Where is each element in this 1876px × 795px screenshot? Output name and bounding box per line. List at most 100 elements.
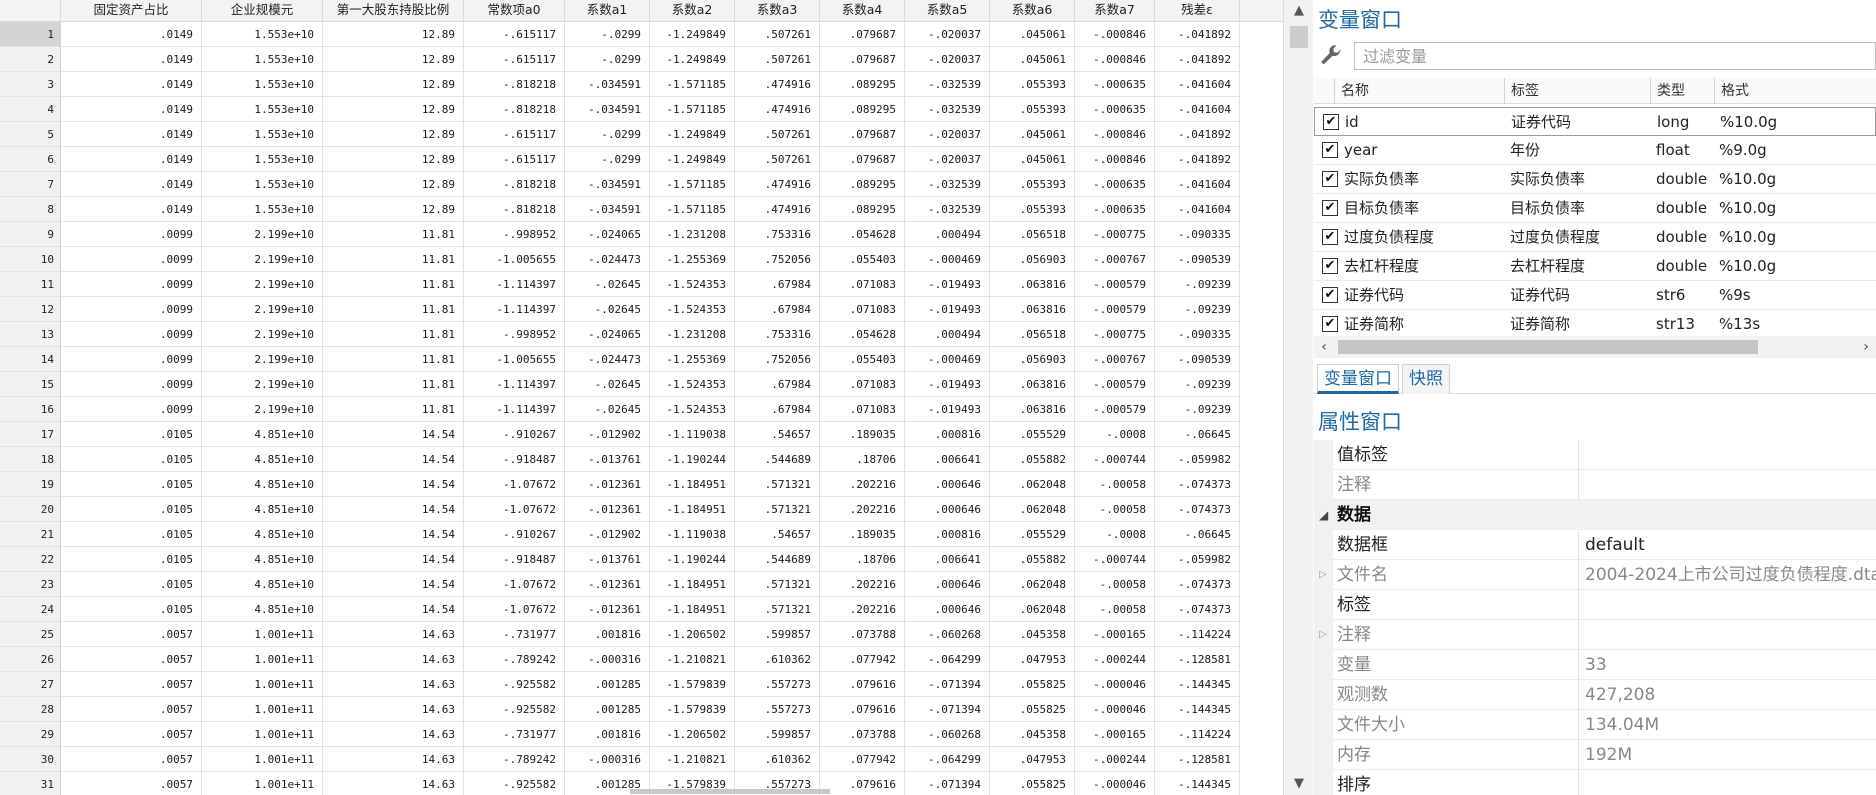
table-cell[interactable]: 1.553e+10 <box>202 122 323 147</box>
table-cell[interactable]: -.071394 <box>905 772 990 795</box>
table-cell[interactable]: -1.114397 <box>464 397 565 422</box>
table-cell[interactable]: .571321 <box>735 472 820 497</box>
table-cell[interactable]: .571321 <box>735 572 820 597</box>
table-cell[interactable]: -1.524353 <box>650 272 735 297</box>
table-cell[interactable]: -1.231208 <box>650 222 735 247</box>
data-grid[interactable]: 固定资产占比 企业规模元 第一大股东持股比例 常数项a0 系数a1 系数a2 系数a3 系数a… <box>0 0 1290 795</box>
table-cell[interactable]: -1.190244 <box>650 447 735 472</box>
column-header-label[interactable]: 标签 <box>1504 78 1650 104</box>
table-cell[interactable]: -.041892 <box>1155 122 1240 147</box>
table-cell[interactable]: 4.851e+10 <box>202 597 323 622</box>
table-cell[interactable]: .089295 <box>820 197 905 222</box>
table-cell[interactable]: .0099 <box>61 272 202 297</box>
table-cell[interactable]: -1.184951 <box>650 497 735 522</box>
table-cell[interactable]: -1.07672 <box>464 497 565 522</box>
table-cell[interactable]: -1.07672 <box>464 597 565 622</box>
table-cell[interactable]: .571321 <box>735 497 820 522</box>
table-cell[interactable]: -.032539 <box>905 197 990 222</box>
table-cell[interactable]: .202216 <box>820 472 905 497</box>
table-cell[interactable]: -.020037 <box>905 22 990 47</box>
table-cell[interactable]: .071083 <box>820 397 905 422</box>
table-cell[interactable]: -.09239 <box>1155 372 1240 397</box>
table-cell[interactable]: -.041604 <box>1155 172 1240 197</box>
table-cell[interactable]: .071083 <box>820 372 905 397</box>
table-cell[interactable]: .077942 <box>820 747 905 772</box>
table-cell[interactable]: -1.579839 <box>650 672 735 697</box>
table-cell[interactable]: -1.249849 <box>650 22 735 47</box>
table-cell[interactable]: -.034591 <box>565 197 650 222</box>
table-cell[interactable]: .000816 <box>905 522 990 547</box>
table-cell[interactable]: 1.553e+10 <box>202 147 323 172</box>
table-cell[interactable]: .0105 <box>61 422 202 447</box>
table-cell[interactable]: -1.524353 <box>650 372 735 397</box>
property-value[interactable]: 134.04M <box>1585 710 1876 740</box>
table-cell[interactable]: .047953 <box>990 747 1075 772</box>
table-cell[interactable]: -1.255369 <box>650 247 735 272</box>
table-cell[interactable]: -.000846 <box>1075 147 1155 172</box>
table-cell[interactable]: -.020037 <box>905 147 990 172</box>
row-number[interactable]: 1 <box>0 22 61 47</box>
row-number[interactable]: 24 <box>0 597 61 622</box>
table-cell[interactable]: -.019493 <box>905 397 990 422</box>
table-cell[interactable]: 1.553e+10 <box>202 22 323 47</box>
table-cell[interactable]: .189035 <box>820 422 905 447</box>
table-row[interactable]: 1.0149 1.553e+10 12.89 -.615117 -.0299 -1.249… <box>0 22 1289 47</box>
table-cell[interactable]: -.789242 <box>464 647 565 672</box>
table-cell[interactable]: .055403 <box>820 247 905 272</box>
table-cell[interactable]: -.000316 <box>565 647 650 672</box>
table-cell[interactable]: -.041604 <box>1155 72 1240 97</box>
variable-row[interactable]: ✔ 目标负债率 目标负债率 double %10.0g <box>1314 194 1876 223</box>
table-cell[interactable]: .055825 <box>990 672 1075 697</box>
table-cell[interactable]: -.012361 <box>565 572 650 597</box>
table-cell[interactable]: .0149 <box>61 22 202 47</box>
table-cell[interactable]: -.074373 <box>1155 472 1240 497</box>
table-cell[interactable]: .0105 <box>61 497 202 522</box>
property-row[interactable]: 文件大小 134.04M <box>1314 710 1876 740</box>
table-cell[interactable]: .045061 <box>990 22 1075 47</box>
row-number[interactable]: 23 <box>0 572 61 597</box>
table-cell[interactable]: -.019493 <box>905 297 990 322</box>
table-cell[interactable]: .062048 <box>990 497 1075 522</box>
table-cell[interactable]: -.000579 <box>1075 397 1155 422</box>
table-cell[interactable]: .079687 <box>820 122 905 147</box>
table-cell[interactable]: .599857 <box>735 622 820 647</box>
table-cell[interactable]: .18706 <box>820 547 905 572</box>
table-row[interactable]: 4.0149 1.553e+10 12.89 -.818218 -.034591 -1.5… <box>0 97 1289 122</box>
table-cell[interactable]: 2.199e+10 <box>202 272 323 297</box>
table-cell[interactable]: -.000469 <box>905 247 990 272</box>
table-row[interactable]: 29.0057 1.001e+11 14.63 -.731977.001816 -1.2… <box>0 722 1289 747</box>
table-cell[interactable]: -.000579 <box>1075 297 1155 322</box>
table-cell[interactable]: .0105 <box>61 572 202 597</box>
table-cell[interactable]: .54657 <box>735 522 820 547</box>
table-cell[interactable]: -1.524353 <box>650 397 735 422</box>
property-value[interactable] <box>1585 620 1876 650</box>
column-header[interactable]: 系数a4 <box>820 0 905 22</box>
table-cell[interactable]: .507261 <box>735 47 820 72</box>
row-number[interactable]: 3 <box>0 72 61 97</box>
table-cell[interactable]: .055529 <box>990 522 1075 547</box>
table-cell[interactable]: 11.81 <box>323 297 464 322</box>
row-number[interactable]: 7 <box>0 172 61 197</box>
table-row[interactable]: 18.0105 4.851e+10 14.54 -.918487 -.013761 -1.… <box>0 447 1289 472</box>
table-cell[interactable]: -.998952 <box>464 322 565 347</box>
table-cell[interactable]: .077942 <box>820 647 905 672</box>
table-row[interactable]: 22.0105 4.851e+10 14.54 -.918487 -.013761 -1.… <box>0 547 1289 572</box>
property-value[interactable] <box>1585 770 1876 795</box>
row-number[interactable]: 31 <box>0 772 61 795</box>
table-cell[interactable]: .055403 <box>820 347 905 372</box>
table-cell[interactable]: -.128581 <box>1155 647 1240 672</box>
table-cell[interactable]: .063816 <box>990 272 1075 297</box>
table-cell[interactable]: -.925582 <box>464 772 565 795</box>
row-number[interactable]: 2 <box>0 47 61 72</box>
table-cell[interactable]: -.020037 <box>905 122 990 147</box>
table-cell[interactable]: -1.119038 <box>650 522 735 547</box>
table-row[interactable]: 9.0099 2.199e+10 11.81 -.998952 -.024065 -1.2… <box>0 222 1289 247</box>
table-cell[interactable]: -.144345 <box>1155 697 1240 722</box>
property-row[interactable]: 内存 192M <box>1314 740 1876 770</box>
table-cell[interactable]: 4.851e+10 <box>202 547 323 572</box>
table-cell[interactable]: 1.553e+10 <box>202 72 323 97</box>
table-cell[interactable]: .610362 <box>735 647 820 672</box>
row-number[interactable]: 10 <box>0 247 61 272</box>
table-cell[interactable]: -.020037 <box>905 47 990 72</box>
table-cell[interactable]: -.041892 <box>1155 47 1240 72</box>
